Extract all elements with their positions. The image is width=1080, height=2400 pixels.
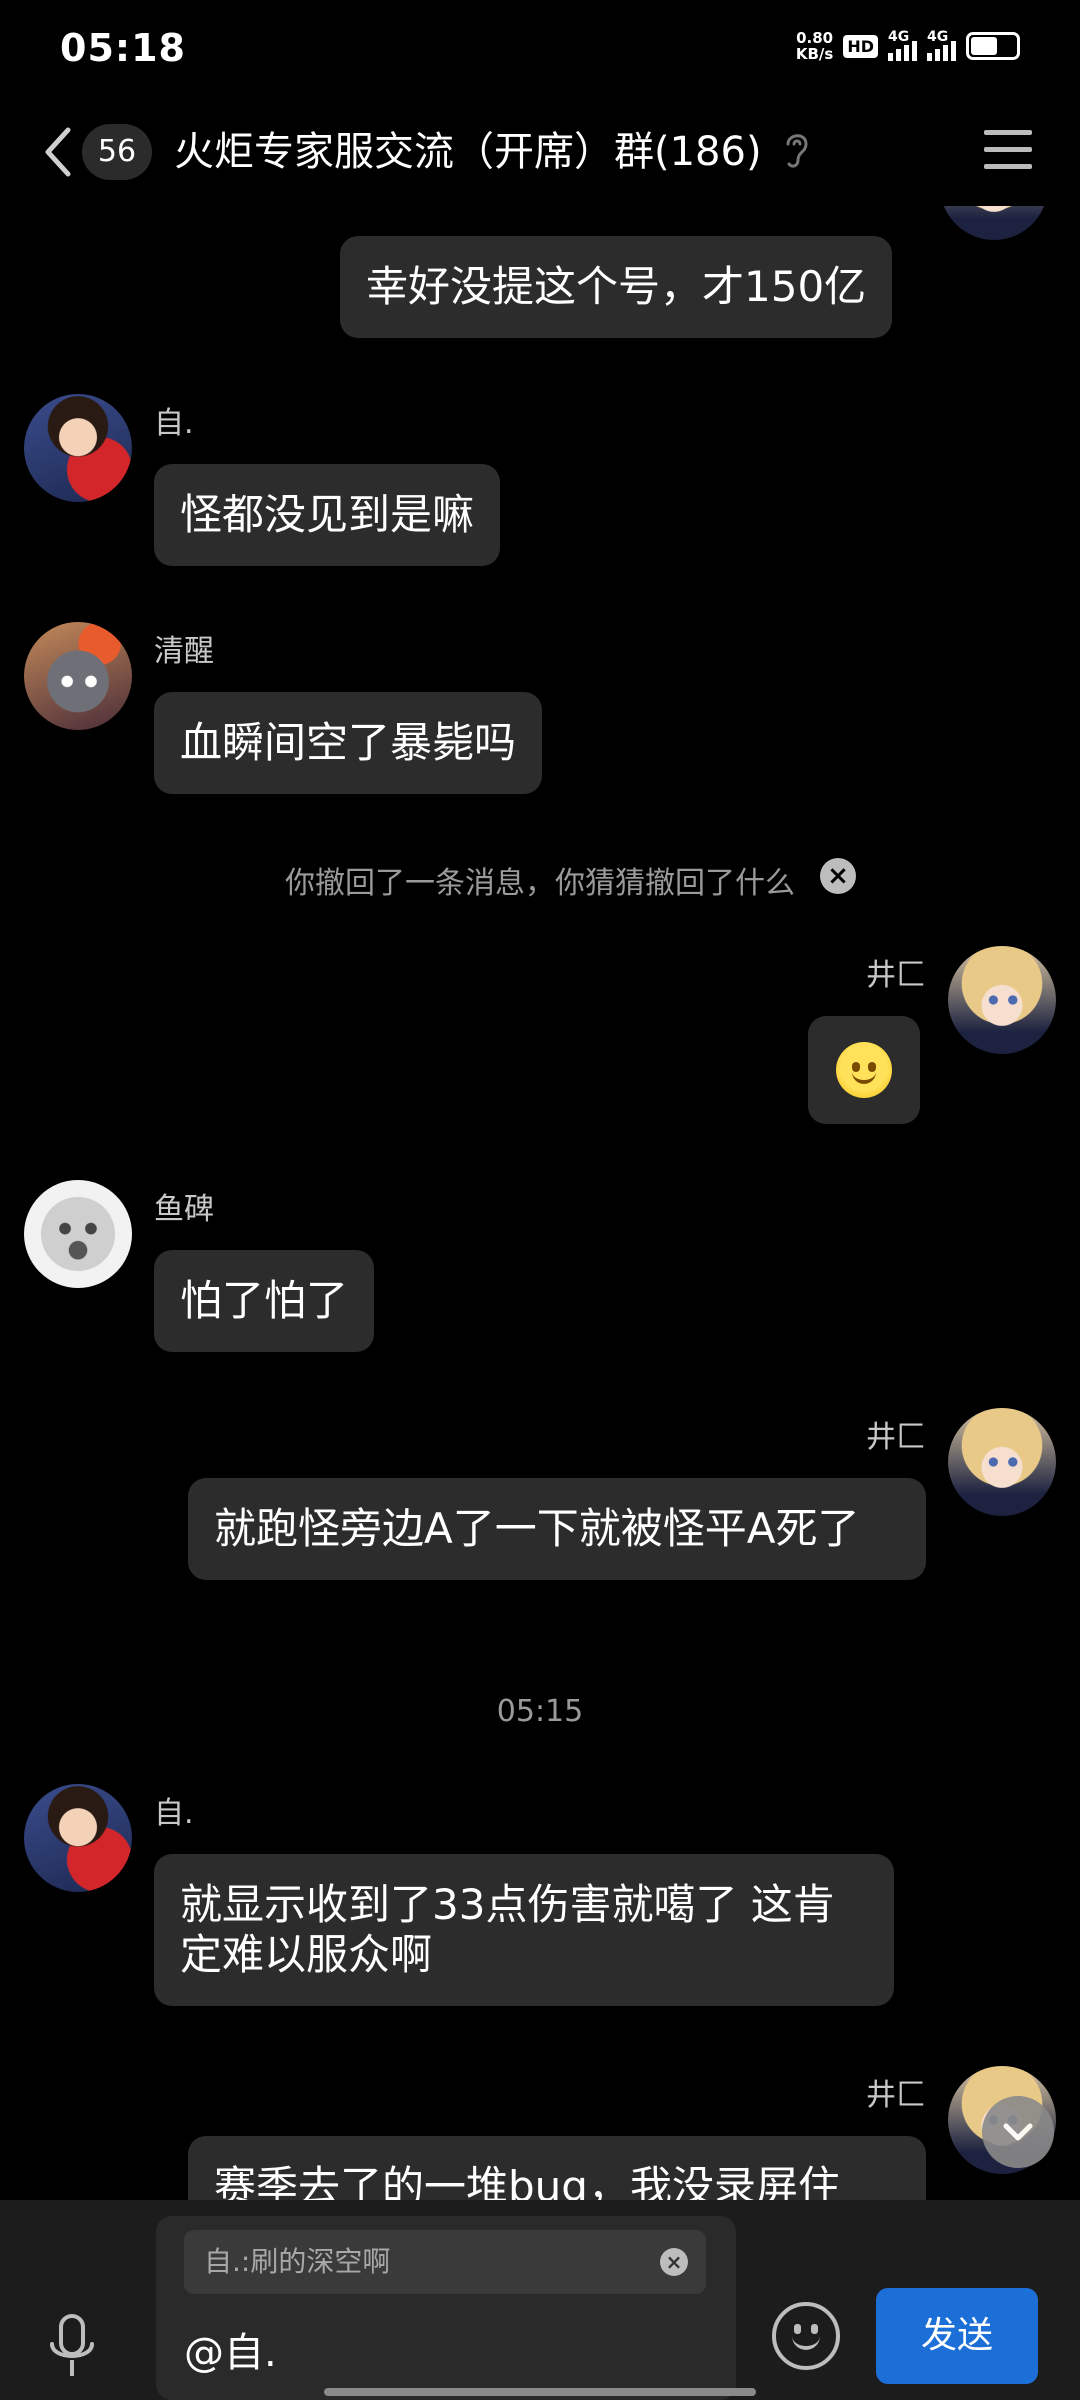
home-indicator — [324, 2388, 756, 2396]
sender-name: 鱼碑 — [154, 1192, 214, 1227]
signal-sim1-icon: 4G — [888, 29, 917, 61]
sender-name: 清醒 — [154, 634, 214, 669]
battery-icon — [966, 32, 1020, 60]
chat-header: 56 火炬专家服交流（开席）群(186) — [0, 100, 1080, 206]
status-bar: 05:18 0.80 KB/s HD 4G 4G — [0, 0, 1080, 90]
message-input[interactable]: 自.:刷的深空啊 × @自. — [156, 2216, 736, 2400]
send-button[interactable]: 发送 — [876, 2288, 1038, 2384]
menu-icon[interactable] — [984, 130, 1032, 170]
emoji-message-bubble[interactable] — [808, 1016, 920, 1124]
reply-quote-text: 自.:刷的深空啊 — [204, 2245, 391, 2278]
notice-close-icon[interactable]: × — [820, 858, 856, 894]
message-bubble[interactable]: 就跑怪旁边A了一下就被怪平A死了 — [188, 1478, 926, 1580]
avatar[interactable] — [24, 394, 132, 502]
message-bubble[interactable]: 幸好没提这个号，才150亿 — [340, 236, 893, 338]
recall-notice-text: 你撤回了一条消息，你猜猜撤回了什么 — [285, 866, 795, 901]
back-icon[interactable] — [40, 124, 80, 180]
signal-sim1-label: 4G — [888, 29, 910, 45]
sender-name: 井匚 — [866, 958, 926, 993]
recall-notice: 你撤回了一条消息，你猜猜撤回了什么 — [0, 858, 1080, 902]
message-bubble[interactable]: 怕了怕了 — [154, 1250, 375, 1352]
scroll-down-icon[interactable] — [982, 2096, 1054, 2168]
signal-sim2-label: 4G — [927, 29, 949, 45]
status-time: 05:18 — [60, 26, 186, 70]
signal-sim2-icon: 4G — [927, 29, 956, 61]
reply-close-icon[interactable]: × — [660, 2248, 688, 2276]
avatar[interactable] — [940, 206, 1048, 240]
reply-quote: 自.:刷的深空啊 × — [184, 2230, 706, 2294]
avatar[interactable] — [24, 1180, 132, 1288]
smile-emoji-icon — [836, 1042, 892, 1098]
message-timestamp: 05:15 — [496, 1694, 584, 1729]
hd-icon: HD — [843, 34, 878, 58]
ear-icon[interactable] — [780, 128, 812, 172]
network-speed-value: 0.80 — [796, 29, 834, 47]
status-indicators: 0.80 KB/s HD 4G 4G — [796, 29, 1020, 62]
message-bubble[interactable]: 血瞬间空了暴毙吗 — [154, 692, 543, 794]
network-speed-unit: KB/s — [795, 45, 834, 63]
group-title[interactable]: 火炬专家服交流（开席）群(186) — [174, 124, 762, 180]
message-bubble[interactable]: 赛季去了的一堆bug，我没录屏住 — [188, 2136, 926, 2200]
message-bubble[interactable]: 就显示收到了33点伤害就噶了 这肯定难以服众啊 — [154, 1854, 894, 2006]
unread-badge[interactable]: 56 — [82, 124, 152, 180]
avatar[interactable] — [948, 946, 1056, 1054]
input-text[interactable]: @自. — [184, 2320, 277, 2378]
microphone-icon[interactable] — [44, 2312, 100, 2384]
sender-name: 自. — [154, 406, 194, 441]
input-area: 自.:刷的深空啊 × @自. 发送 — [0, 2200, 1080, 2400]
avatar[interactable] — [24, 1784, 132, 1892]
sender-name: 自. — [154, 1796, 194, 1831]
emoji-picker-icon[interactable] — [772, 2302, 840, 2370]
network-speed: 0.80 KB/s — [796, 30, 833, 62]
avatar[interactable] — [24, 622, 132, 730]
message-bubble[interactable]: 怪都没见到是嘛 — [154, 464, 501, 566]
sender-name: 井匚 — [866, 1420, 926, 1455]
sender-name: 井匚 — [866, 2078, 926, 2113]
avatar[interactable] — [948, 1408, 1056, 1516]
message-list[interactable]: 幸好没提这个号，才150亿 自. 怪都没见到是嘛 清醒 血瞬间空了暴毙吗 你撤回… — [0, 206, 1080, 2200]
